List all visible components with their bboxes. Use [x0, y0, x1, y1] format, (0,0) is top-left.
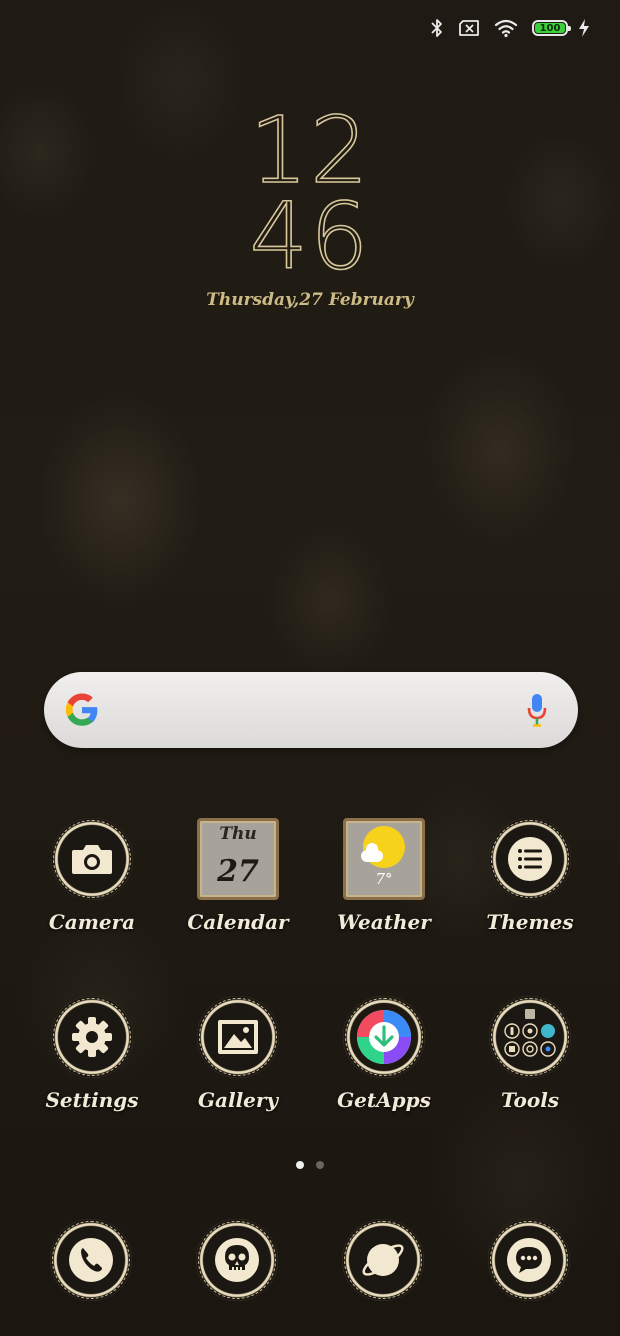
- clock-hours: 12: [249, 97, 371, 204]
- app-label-gallery: Gallery: [197, 1088, 279, 1112]
- clock-date: Thursday,27 February: [206, 290, 414, 310]
- app-label-camera: Camera: [48, 910, 136, 934]
- app-camera[interactable]: Camera: [22, 818, 162, 934]
- search-input[interactable]: [114, 692, 498, 730]
- getapps-icon[interactable]: [343, 996, 425, 1078]
- app-label-calendar: Calendar: [187, 910, 289, 934]
- app-label-weather: Weather: [337, 910, 431, 934]
- clock-minutes: 46: [249, 183, 371, 290]
- gear-icon[interactable]: [51, 996, 133, 1078]
- calendar-date: 27: [217, 854, 259, 889]
- app-gallery[interactable]: Gallery: [168, 996, 308, 1112]
- app-tools[interactable]: Tools: [460, 996, 600, 1112]
- clock-widget[interactable]: 12 46 Thursday,27 February: [0, 97, 620, 310]
- page-dot-1[interactable]: [296, 1161, 304, 1169]
- app-calendar[interactable]: Thu 27 Calendar: [168, 818, 308, 934]
- weather-icon[interactable]: 7°: [343, 818, 425, 900]
- dock-skull-app[interactable]: [196, 1219, 278, 1301]
- battery-icon: 100: [532, 20, 571, 36]
- no-sim-icon: [459, 20, 479, 36]
- themes-icon[interactable]: [489, 818, 571, 900]
- dock-messages[interactable]: [488, 1219, 570, 1301]
- cloud-icon: [361, 843, 383, 862]
- status-bar: 100: [430, 14, 590, 42]
- charging-icon: [579, 19, 589, 37]
- camera-icon[interactable]: [51, 818, 133, 900]
- calendar-icon[interactable]: Thu 27: [197, 818, 279, 900]
- app-themes[interactable]: Themes: [460, 818, 600, 934]
- google-g-icon: [65, 693, 98, 726]
- app-settings[interactable]: Settings: [22, 996, 162, 1112]
- skull-icon: [213, 1236, 261, 1284]
- app-label-themes: Themes: [486, 910, 574, 934]
- dock-phone[interactable]: [50, 1219, 132, 1301]
- wifi-icon: [494, 19, 518, 38]
- dock-browser[interactable]: [342, 1219, 424, 1301]
- microphone-icon[interactable]: [526, 692, 548, 728]
- folder-icon[interactable]: [489, 996, 571, 1078]
- app-weather[interactable]: 7° Weather: [314, 818, 454, 934]
- phone-icon: [67, 1236, 115, 1284]
- weather-temperature: 7°: [375, 870, 393, 888]
- home-screen: 100 12 46 Thursday,27 February Camera Th…: [0, 0, 620, 1336]
- app-label-tools: Tools: [500, 1088, 560, 1112]
- messages-icon: [505, 1236, 553, 1284]
- app-getapps[interactable]: GetApps: [314, 996, 454, 1112]
- app-label-settings: Settings: [45, 1088, 139, 1112]
- app-label-getapps: GetApps: [337, 1088, 431, 1112]
- calendar-day: Thu: [219, 824, 257, 844]
- page-indicator: [0, 1161, 620, 1169]
- battery-level: 100: [539, 22, 561, 34]
- bluetooth-icon: [431, 19, 442, 37]
- browser-icon: [359, 1236, 407, 1284]
- google-search-bar[interactable]: [44, 672, 578, 748]
- page-dot-2[interactable]: [316, 1161, 324, 1169]
- image-icon[interactable]: [197, 996, 279, 1078]
